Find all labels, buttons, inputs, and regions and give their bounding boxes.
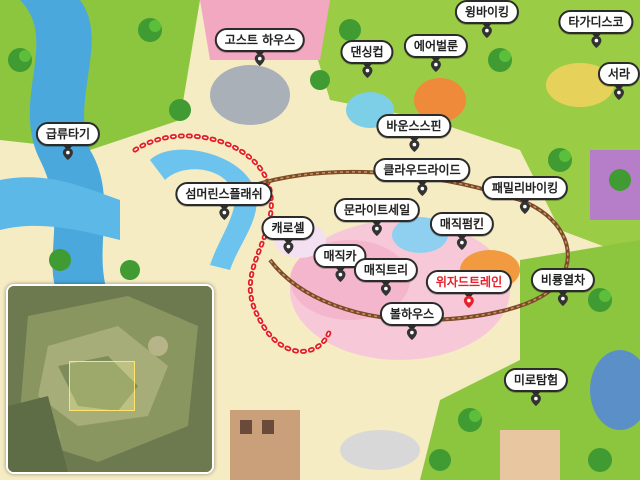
- pin-label: 매직트리: [353, 258, 419, 282]
- pin-air-balloon[interactable]: 에어벌룬: [403, 34, 469, 72]
- pin-dancing-cup[interactable]: 댄싱컵: [340, 40, 394, 78]
- location-marker-icon: [557, 294, 569, 306]
- location-marker-icon: [590, 36, 602, 48]
- pin-magic-pumpkin[interactable]: 매직펌킨: [429, 212, 495, 250]
- pin-label: 바운스스핀: [376, 114, 452, 138]
- pin-bounce-spin[interactable]: 바운스스핀: [376, 114, 452, 152]
- pin-label: 섬머린스플래쉬: [175, 182, 273, 206]
- pin-label: 클라우드라이드: [373, 158, 471, 182]
- location-marker-icon: [408, 140, 420, 152]
- location-marker-icon: [371, 224, 383, 236]
- pin-label: 패밀리바이킹: [481, 176, 569, 200]
- location-marker-icon: [613, 88, 625, 100]
- pin-seoul-eye[interactable]: 서라: [597, 62, 640, 100]
- location-marker-icon: [406, 328, 418, 340]
- location-marker-icon: [416, 184, 428, 196]
- location-marker-icon: [62, 148, 74, 160]
- pin-label: 비룡열차: [530, 268, 596, 292]
- pin-label: 문라이트세일: [333, 198, 421, 222]
- location-marker-icon: [530, 394, 542, 406]
- pin-label: 서라: [597, 62, 640, 86]
- pin-label: 매직펌킨: [429, 212, 495, 236]
- pin-label: 미로탐험: [503, 368, 569, 392]
- pin-label: 에어벌룬: [403, 34, 469, 58]
- pin-label: 캐로셀: [261, 216, 315, 240]
- pin-ball-house[interactable]: 볼하우스: [379, 302, 445, 340]
- pin-label: 댄싱컵: [340, 40, 394, 64]
- pin-label: 고스트 하우스: [214, 28, 306, 52]
- pin-maze-adventure[interactable]: 미로탐험: [503, 368, 569, 406]
- pin-moonlight-sale[interactable]: 문라이트세일: [333, 198, 421, 236]
- pin-wing-swing[interactable]: 윙바이킹: [454, 0, 520, 38]
- pin-dragon-train[interactable]: 비룡열차: [530, 268, 596, 306]
- location-marker-icon: [463, 296, 475, 308]
- location-marker-icon: [481, 26, 493, 38]
- location-marker-icon: [456, 238, 468, 250]
- minimap[interactable]: [6, 284, 214, 474]
- location-marker-icon: [519, 202, 531, 214]
- minimap-viewport[interactable]: [69, 361, 135, 411]
- location-marker-icon: [218, 208, 230, 220]
- pin-family-viking[interactable]: 패밀리바이킹: [481, 176, 569, 214]
- pin-magic-tree[interactable]: 매직트리: [353, 258, 419, 296]
- pin-label: 윙바이킹: [454, 0, 520, 24]
- location-marker-icon: [430, 60, 442, 72]
- location-marker-icon: [254, 54, 266, 66]
- pin-ghost-house[interactable]: 고스트 하우스: [214, 28, 306, 66]
- pin-label: 볼하우스: [379, 302, 445, 326]
- location-marker-icon: [334, 270, 346, 282]
- location-marker-icon: [361, 66, 373, 78]
- location-marker-icon: [282, 242, 294, 254]
- pin-rapid-ride[interactable]: 급류타기: [35, 122, 101, 160]
- pin-summer-splash[interactable]: 섬머린스플래쉬: [175, 182, 273, 220]
- pin-cloud-ride[interactable]: 클라우드라이드: [373, 158, 471, 196]
- pin-tagadisco[interactable]: 타가디스코: [558, 10, 634, 48]
- pin-label: 타가디스코: [558, 10, 634, 34]
- location-marker-icon: [380, 284, 392, 296]
- pin-carousel[interactable]: 캐로셀: [261, 216, 315, 254]
- pin-label: 위자드트레인: [425, 270, 513, 294]
- pin-label: 급류타기: [35, 122, 101, 146]
